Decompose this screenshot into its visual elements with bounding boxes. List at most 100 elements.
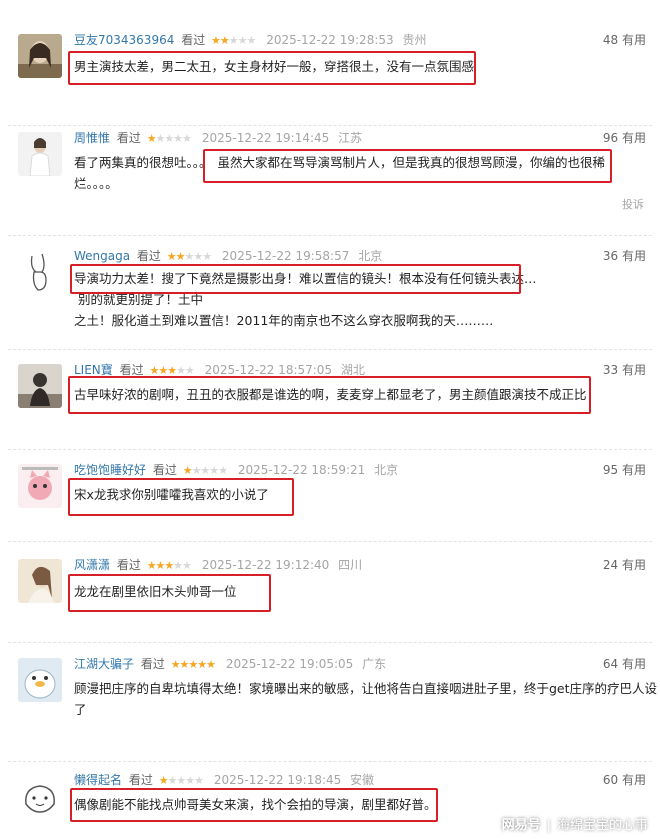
comment-location: 北京 bbox=[374, 463, 399, 477]
comment-item: LIEN寶 看过 ★★★★★ 2025-12-22 18:57:05 湖北 33… bbox=[0, 358, 660, 450]
comment-location: 四川 bbox=[338, 558, 363, 572]
comment-header: 周惟惟 看过 ★★★★★ 2025-12-22 19:14:45 江苏 bbox=[74, 130, 362, 147]
comment-item: 豆友7034363964 看过 ★★★★★ 2025-12-22 19:28:5… bbox=[0, 28, 660, 126]
comment-time: 2025-12-22 19:18:45 bbox=[213, 773, 342, 787]
username-link[interactable]: LIEN寶 bbox=[74, 363, 113, 377]
useful-vote-button[interactable]: 24 有用 bbox=[603, 557, 646, 573]
rating-stars: ★★★★★ bbox=[211, 33, 257, 49]
watermark-account: 海绵宝宝的心事 bbox=[556, 818, 648, 833]
comment-location: 江苏 bbox=[338, 131, 363, 145]
comment-time: 2025-12-22 19:58:57 bbox=[221, 249, 350, 263]
star-icon: ★★★ bbox=[146, 559, 175, 572]
useful-label: 有用 bbox=[621, 773, 646, 787]
highlight-box bbox=[203, 149, 612, 183]
watermark-separator: | bbox=[546, 818, 551, 833]
comment-time: 2025-12-22 19:12:40 bbox=[201, 558, 330, 572]
highlight-box bbox=[68, 574, 271, 612]
highlight-box bbox=[68, 376, 591, 414]
comment-location: 安徽 bbox=[350, 773, 375, 787]
star-empty-icon: ★★★★ bbox=[155, 132, 192, 145]
comment-header: 豆友7034363964 看过 ★★★★★ 2025-12-22 19:28:5… bbox=[74, 32, 426, 49]
comment-text-line: 烂。。。。 bbox=[74, 176, 118, 191]
comment-time: 2025-12-22 18:57:05 bbox=[204, 363, 333, 377]
username-link[interactable]: 懒得起名 bbox=[74, 773, 122, 787]
useful-count: 33 bbox=[602, 363, 619, 377]
star-icon: ★★ bbox=[166, 250, 186, 263]
watched-label: 看过 bbox=[128, 773, 153, 787]
username-link[interactable]: 周惟惟 bbox=[74, 131, 110, 145]
comment-text-line: 看了两集真的很想吐。。。 bbox=[74, 155, 212, 170]
watched-label: 看过 bbox=[152, 463, 177, 477]
user-avatar[interactable] bbox=[18, 34, 62, 78]
divider bbox=[8, 449, 652, 450]
watched-label: 看过 bbox=[181, 33, 206, 47]
comment-item: 周惟惟 看过 ★★★★★ 2025-12-22 19:14:45 江苏 96 有… bbox=[0, 126, 660, 236]
comment-item: 吃饱饱睡好好 看过 ★★★★★ 2025-12-22 18:59:21 北京 9… bbox=[0, 458, 660, 542]
watched-label: 看过 bbox=[116, 131, 141, 145]
user-avatar[interactable] bbox=[18, 364, 62, 408]
comment-header: 风潇潇 看过 ★★★★★ 2025-12-22 19:12:40 四川 bbox=[74, 557, 362, 574]
watched-label: 看过 bbox=[119, 363, 144, 377]
useful-vote-button[interactable]: 60 有用 bbox=[603, 772, 646, 788]
useful-vote-button[interactable]: 95 有用 bbox=[603, 462, 646, 478]
username-link[interactable]: 豆友7034363964 bbox=[74, 33, 174, 47]
username-link[interactable]: 风潇潇 bbox=[74, 558, 110, 572]
watermark-brand: 网易号 bbox=[501, 818, 541, 833]
divider bbox=[8, 541, 652, 542]
user-avatar[interactable] bbox=[18, 774, 62, 818]
comment-location: 湖北 bbox=[340, 363, 365, 377]
useful-label: 有用 bbox=[621, 657, 646, 671]
watched-label: 看过 bbox=[136, 249, 161, 263]
highlight-box bbox=[68, 51, 476, 85]
watermark: 网易号 | 海绵宝宝的心事 bbox=[502, 814, 648, 833]
comment-time: 2025-12-22 18:59:21 bbox=[237, 463, 366, 477]
useful-label: 有用 bbox=[621, 249, 646, 263]
star-empty-icon: ★★★★ bbox=[167, 774, 204, 787]
comment-time: 2025-12-22 19:14:45 bbox=[201, 131, 330, 145]
user-avatar[interactable] bbox=[18, 250, 62, 294]
useful-vote-button[interactable]: 36 有用 bbox=[603, 248, 646, 264]
comment-text-line: 了 bbox=[74, 702, 87, 717]
comment-text-line: 别的就更别提了！土中 bbox=[78, 292, 204, 307]
useful-label: 有用 bbox=[621, 463, 646, 477]
star-empty-icon: ★★★ bbox=[228, 34, 257, 47]
user-avatar[interactable] bbox=[18, 464, 62, 508]
comment-header: Wengaga 看过 ★★★★★ 2025-12-22 19:58:57 北京 bbox=[74, 248, 382, 265]
rating-stars: ★★★★★ bbox=[146, 558, 192, 574]
comment-header: 吃饱饱睡好好 看过 ★★★★★ 2025-12-22 18:59:21 北京 bbox=[74, 462, 398, 479]
username-link[interactable]: Wengaga bbox=[74, 249, 130, 263]
watched-label: 看过 bbox=[140, 657, 165, 671]
user-avatar[interactable] bbox=[18, 132, 62, 176]
useful-count: 64 bbox=[602, 657, 619, 671]
star-empty-icon: ★★ bbox=[173, 559, 192, 572]
user-avatar[interactable] bbox=[18, 658, 62, 702]
divider bbox=[8, 761, 652, 762]
useful-vote-button[interactable]: 33 有用 bbox=[603, 362, 646, 378]
username-link[interactable]: 江湖大骗子 bbox=[74, 657, 134, 671]
watched-label: 看过 bbox=[116, 558, 141, 572]
useful-vote-button[interactable]: 64 有用 bbox=[603, 656, 646, 672]
useful-count: 95 bbox=[602, 463, 619, 477]
comment-item: Wengaga 看过 ★★★★★ 2025-12-22 19:58:57 北京 … bbox=[0, 244, 660, 350]
rating-stars: ★★★★★ bbox=[182, 463, 228, 479]
comment-header: 懒得起名 看过 ★★★★★ 2025-12-22 19:18:45 安徽 bbox=[74, 772, 374, 789]
useful-count: 48 bbox=[602, 33, 619, 47]
report-link[interactable]: 投诉 bbox=[622, 196, 644, 212]
comment-text-line: 之土！服化道土到难以置信！2011年的南京也不这么穿衣服啊我的天……… bbox=[74, 313, 494, 328]
useful-vote-button[interactable]: 48 有用 bbox=[603, 32, 646, 48]
star-empty-icon: ★★★★ bbox=[191, 464, 228, 477]
rating-stars: ★★★★★ bbox=[147, 131, 192, 147]
divider bbox=[8, 642, 652, 643]
comment-location: 贵州 bbox=[402, 33, 427, 47]
user-avatar[interactable] bbox=[18, 559, 62, 603]
star-icon: ★ bbox=[182, 464, 193, 477]
comment-location: 北京 bbox=[358, 249, 383, 263]
useful-count: 24 bbox=[602, 558, 619, 572]
comment-header: 江湖大骗子 看过 ★★★★★ 2025-12-22 19:05:05 广东 bbox=[74, 656, 386, 673]
useful-label: 有用 bbox=[621, 558, 646, 572]
comment-text-line: 顾漫把庄序的自卑坑填得太绝！家境曝出来的敏感，让他将告白直接咽进肚子里，终于ge… bbox=[74, 681, 658, 696]
useful-vote-button[interactable]: 96 有用 bbox=[603, 130, 646, 146]
username-link[interactable]: 吃饱饱睡好好 bbox=[74, 463, 146, 477]
useful-count: 36 bbox=[602, 249, 619, 263]
divider bbox=[8, 235, 652, 236]
